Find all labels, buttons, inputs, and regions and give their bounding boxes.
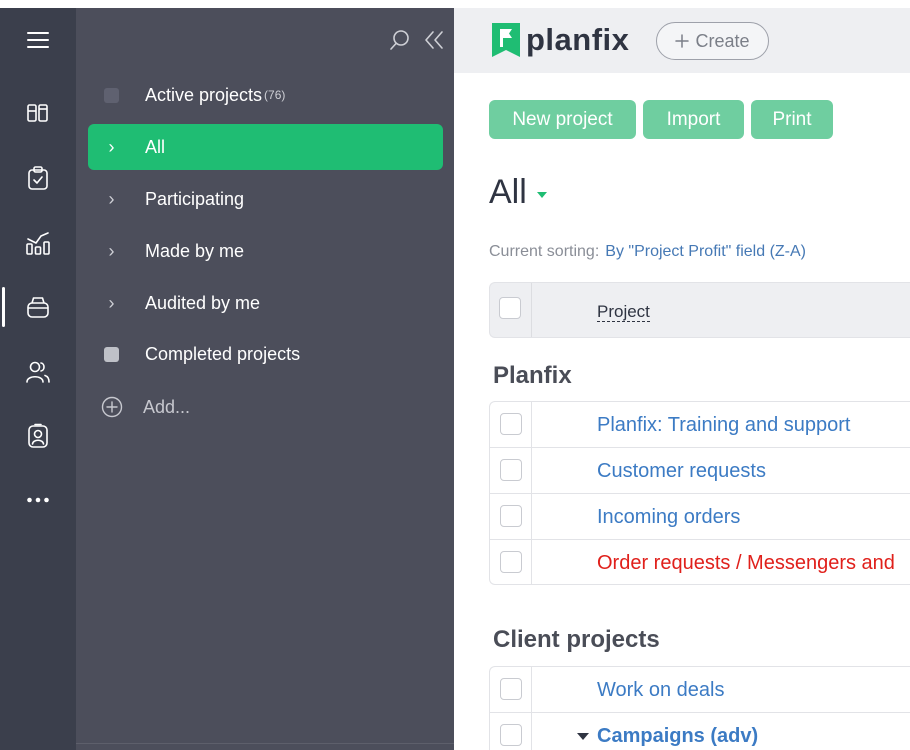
collapse-panel-icon[interactable] [422,28,446,57]
table-row[interactable]: Customer requests [490,448,910,494]
menu-icon[interactable] [18,20,58,60]
sidebar-item-label: All [145,136,166,157]
top-edge [454,0,910,8]
sidebar-item-label: Audited by me [145,292,261,313]
top-bar: planfix Create [454,8,910,73]
employees-icon[interactable] [18,416,58,456]
divider [76,743,454,744]
plus-circle-icon [78,396,145,418]
import-button[interactable]: Import [643,100,744,139]
sidebar-item-all[interactable]: › All [88,124,443,170]
project-link[interactable]: Campaigns (adv) [597,725,758,748]
planfix-logo[interactable]: planfix [492,22,629,58]
plus-icon [675,34,690,48]
folder-marker-icon [78,346,145,362]
rail-top-edge [0,0,76,8]
contacts-icon[interactable] [18,352,58,392]
sidebar-item-label: Made by me [145,240,245,261]
project-link[interactable]: Customer requests [597,460,766,483]
new-project-button[interactable]: New project [489,100,636,139]
header-checkbox-cell [490,283,532,337]
sidebar-item-label: Participating [145,188,245,209]
tasks-icon[interactable] [18,158,58,198]
create-button[interactable]: Create [656,22,769,60]
add-label: Add... [143,396,191,417]
row-checkbox[interactable] [500,551,522,573]
sidebar-add-folder[interactable]: Add... [88,384,443,430]
more-icon[interactable] [18,480,58,520]
row-checkbox[interactable] [500,678,522,700]
analytics-icon[interactable] [18,223,58,263]
print-button[interactable]: Print [751,100,833,139]
chevron-right-icon[interactable]: › [78,189,145,210]
group-title: Client projects [493,626,660,653]
folder-marker-icon [78,87,145,103]
group-title: Planfix [493,362,572,389]
sorting-link[interactable]: By "Project Profit" field (Z-A) [605,243,806,260]
nav-rail [0,0,76,750]
chevron-right-icon[interactable]: › [78,293,145,314]
row-checkbox[interactable] [500,413,522,435]
table-header: Project [489,282,910,338]
view-selector[interactable]: All [489,173,547,212]
sidebar-item-made-by-me[interactable]: › Made by me [88,228,443,274]
column-header-project[interactable]: Project [597,303,650,322]
sidebar-item-label: Completed projects [145,343,301,364]
table-row[interactable]: Order requests / Messengers and [490,540,910,584]
table-row[interactable]: Campaigns (adv) [490,713,910,750]
row-checkbox[interactable] [500,724,522,746]
row-checkbox[interactable] [500,505,522,527]
table-row[interactable]: Planfix: Training and support [490,402,910,448]
table-row[interactable]: Incoming orders [490,494,910,540]
search-icon[interactable] [388,28,412,57]
project-tree-panel: Active projects (76) › All › Participatin… [76,8,454,750]
project-link[interactable]: Incoming orders [597,506,740,529]
chevron-right-icon[interactable]: › [78,241,145,262]
expand-triangle-icon[interactable] [577,733,589,740]
project-count-badge: (76) [264,88,286,102]
row-checkbox[interactable] [500,459,522,481]
sidebar-item-participating[interactable]: › Participating [88,176,443,222]
sidebar-item-active-projects[interactable]: Active projects (76) [88,72,443,118]
projects-icon[interactable] [18,287,58,327]
sidebar-item-completed-projects[interactable]: Completed projects [88,331,443,377]
group-rows: Planfix: Training and support Customer r… [489,401,910,585]
create-label: Create [695,30,750,51]
sidebar-item-audited-by-me[interactable]: › Audited by me [88,280,443,326]
project-link[interactable]: Planfix: Training and support [597,414,851,437]
panel-tools [388,28,446,57]
project-link[interactable]: Order requests / Messengers and [597,552,895,575]
board-icon[interactable] [18,93,58,133]
page-title: All [489,173,527,211]
main-content: New project Import Print All Current sor… [454,73,910,750]
logo-text: planfix [526,22,630,57]
select-all-checkbox[interactable] [499,297,521,319]
caret-down-icon [536,191,547,198]
sorting-label: Current sorting: [489,243,600,260]
planfix-logo-icon [492,23,520,57]
nav-active-indicator [2,287,5,327]
project-link[interactable]: Work on deals [597,679,724,702]
group-rows: Work on deals Campaigns (adv) [489,666,910,750]
chevron-right-icon[interactable]: › [78,137,145,158]
sidebar-item-label: Active projects [145,84,263,105]
table-row[interactable]: Work on deals [490,667,910,713]
sorting-info: Current sorting: By "Project Profit" fiel… [489,243,806,261]
